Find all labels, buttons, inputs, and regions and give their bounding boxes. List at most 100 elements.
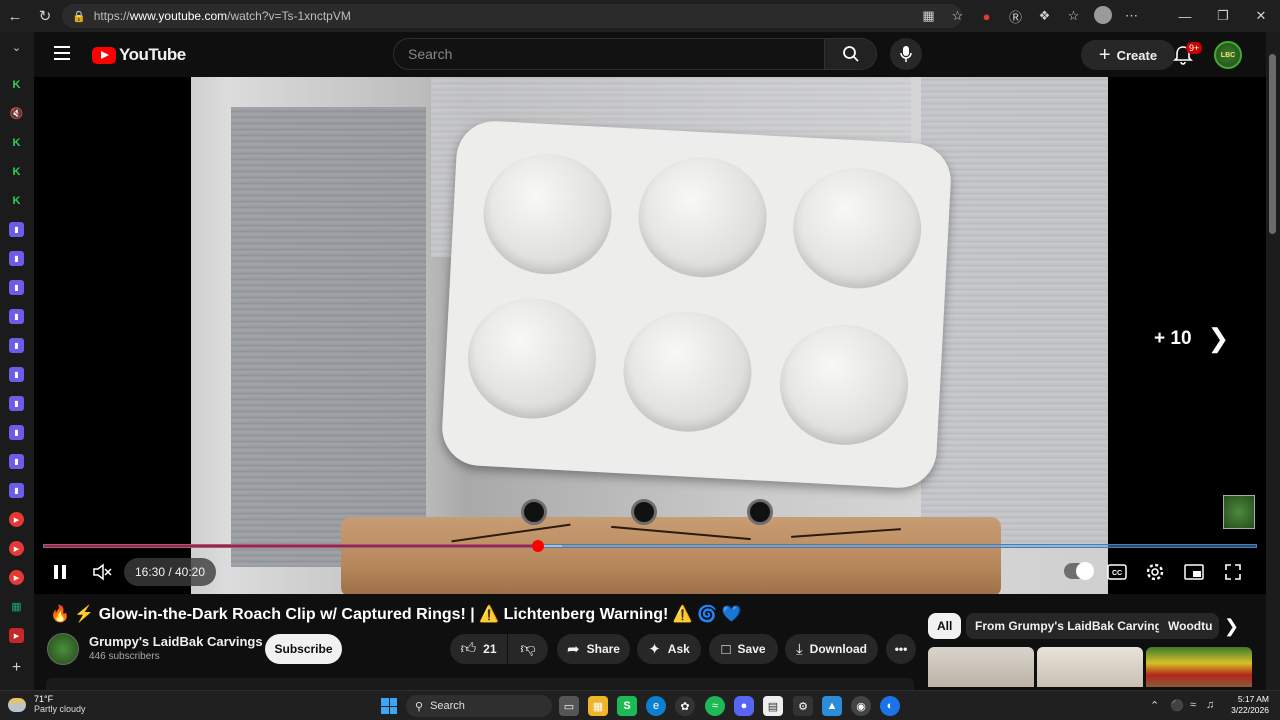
hamburger-menu-icon[interactable]: [54, 46, 70, 60]
chevron-right-icon[interactable]: ❯: [1224, 616, 1239, 637]
related-video-thumbnail[interactable]: [928, 647, 1034, 687]
page-scrollbar[interactable]: [1266, 32, 1280, 690]
taskbar-search[interactable]: ⚲ Search: [406, 695, 552, 717]
notepad-icon[interactable]: ▤: [763, 696, 783, 716]
active-youtube-tab[interactable]: ▶: [9, 628, 24, 643]
collapse-tabs-icon[interactable]: ⌄: [9, 40, 24, 55]
like-button[interactable]: 👍︎ 21: [450, 634, 507, 664]
tab-favicon[interactable]: K: [9, 135, 24, 150]
related-video-thumbnail[interactable]: [1037, 647, 1143, 687]
extension-w-icon[interactable]: Ⓡ: [1001, 7, 1030, 26]
edge-browser-icon[interactable]: e: [646, 696, 666, 716]
fullscreen-button[interactable]: [1222, 560, 1244, 584]
app-available-icon[interactable]: ▦: [914, 8, 943, 24]
weather-widget[interactable]: 71°F Partly cloudy: [8, 694, 86, 715]
tab-favicon[interactable]: K: [9, 193, 24, 208]
channel-watermark[interactable]: [1223, 495, 1255, 529]
captions-button[interactable]: CC: [1106, 560, 1128, 584]
tab-favicon[interactable]: ▮: [9, 454, 24, 469]
tab-favicon[interactable]: ▮: [9, 367, 24, 382]
search-input[interactable]: [393, 38, 825, 70]
favorites-icon[interactable]: ☆: [1059, 8, 1088, 24]
ask-button[interactable]: ✦ Ask: [637, 634, 701, 664]
muted-tab-icon[interactable]: 🔇: [9, 106, 24, 121]
account-avatar[interactable]: LBC: [1214, 41, 1242, 69]
browser-menu-icon[interactable]: ⋯: [1117, 8, 1146, 24]
more-actions-button[interactable]: •••: [886, 634, 916, 664]
microphone-icon[interactable]: ⚫: [1170, 699, 1184, 712]
progress-bar[interactable]: [43, 540, 1257, 552]
weather-condition: Partly cloudy: [34, 704, 86, 714]
wifi-icon[interactable]: ≈: [1190, 699, 1196, 711]
favorite-star-icon[interactable]: ☆: [943, 8, 972, 24]
profile-avatar[interactable]: [1088, 5, 1117, 27]
tab-favicon[interactable]: ▦: [9, 599, 24, 614]
youtube-tab-favicon[interactable]: ▶: [9, 570, 24, 585]
tab-favicon[interactable]: ▮: [9, 251, 24, 266]
search-button[interactable]: [825, 38, 877, 70]
task-view-icon[interactable]: ▭: [559, 696, 579, 716]
app-icon[interactable]: ◐: [880, 696, 900, 716]
minimize-icon[interactable]: —: [1166, 9, 1204, 24]
close-icon[interactable]: ✕: [1242, 8, 1280, 24]
voice-search-button[interactable]: [890, 38, 922, 70]
spotify-icon[interactable]: ≈: [705, 696, 725, 716]
share-button[interactable]: ➦ Share: [557, 634, 630, 664]
extensions-puzzle-icon[interactable]: ❖: [1030, 8, 1059, 24]
pause-button[interactable]: [50, 560, 70, 584]
miniplayer-button[interactable]: [1183, 560, 1205, 584]
youtube-logo-text: YouTube: [119, 45, 186, 64]
youtube-logo[interactable]: YouTube: [92, 45, 186, 65]
address-bar[interactable]: 🔒 https://www.youtube.com/watch?v=Ts-1xn…: [62, 4, 962, 28]
scrollbar-thumb[interactable]: [1269, 54, 1276, 234]
chevron-up-icon[interactable]: ⌃: [1150, 699, 1159, 712]
tab-favicon[interactable]: ▮: [9, 309, 24, 324]
tab-favicon[interactable]: K: [9, 164, 24, 179]
tab-favicon[interactable]: ▮: [9, 338, 24, 353]
windows-start-icon[interactable]: [381, 698, 397, 714]
video-content: [440, 119, 953, 490]
settings-gear-icon[interactable]: ⚙: [793, 696, 813, 716]
tab-favicon[interactable]: ▮: [9, 280, 24, 295]
settings-button[interactable]: [1144, 560, 1166, 584]
discord-icon[interactable]: ●: [734, 696, 754, 716]
speaker-icon[interactable]: ♫: [1206, 699, 1214, 711]
refresh-icon[interactable]: ↻: [30, 0, 60, 32]
tab-favicon[interactable]: ▮: [9, 396, 24, 411]
channel-name[interactable]: Grumpy's LaidBak Carvings: [89, 634, 263, 649]
description-box[interactable]: [46, 678, 914, 690]
chip-all[interactable]: All: [928, 613, 962, 639]
youtube-tab-favicon[interactable]: ▶: [9, 512, 24, 527]
autoplay-toggle[interactable]: [1064, 562, 1094, 580]
tab-favicon[interactable]: ▮: [9, 483, 24, 498]
tab-favicon[interactable]: K: [9, 77, 24, 92]
dislike-button[interactable]: 👎︎: [508, 634, 548, 664]
skip-forward-button[interactable]: + 10 ❯: [1154, 323, 1229, 354]
sheets-app-icon[interactable]: S: [617, 696, 637, 716]
app-icon[interactable]: ◉: [851, 696, 871, 716]
chip-from-channel[interactable]: From Grumpy's LaidBak Carvings: [966, 613, 1178, 639]
like-count: 21: [483, 642, 497, 656]
related-video-thumbnail[interactable]: [1146, 647, 1252, 687]
tab-favicon[interactable]: ▮: [9, 425, 24, 440]
video-player[interactable]: + 10 ❯ 16:30 / 40:20 CC: [34, 77, 1266, 594]
youtube-tab-favicon[interactable]: ▶: [9, 541, 24, 556]
extension-red-icon[interactable]: ●: [972, 9, 1001, 24]
subscribe-button[interactable]: Subscribe: [265, 634, 342, 664]
maximize-icon[interactable]: ❐: [1204, 8, 1242, 24]
mute-button[interactable]: [90, 560, 114, 584]
partly-cloudy-icon: [8, 697, 26, 712]
channel-avatar[interactable]: [47, 633, 79, 665]
tab-favicon[interactable]: ▮: [9, 222, 24, 237]
save-button[interactable]: □ Save: [709, 634, 778, 664]
download-button[interactable]: ⤓ Download: [785, 634, 878, 664]
create-button[interactable]: + Create: [1081, 40, 1175, 70]
system-clock[interactable]: 5:17 AM 3/22/2026: [1221, 694, 1269, 716]
app-icon[interactable]: ✿: [675, 696, 695, 716]
new-tab-icon[interactable]: +: [9, 659, 24, 676]
chip-woodturning[interactable]: Woodtu: [1159, 613, 1219, 639]
back-icon[interactable]: ←: [0, 0, 30, 32]
video-content: [790, 165, 925, 292]
file-explorer-icon[interactable]: ▦: [588, 696, 608, 716]
photos-icon[interactable]: ▲: [822, 696, 842, 716]
